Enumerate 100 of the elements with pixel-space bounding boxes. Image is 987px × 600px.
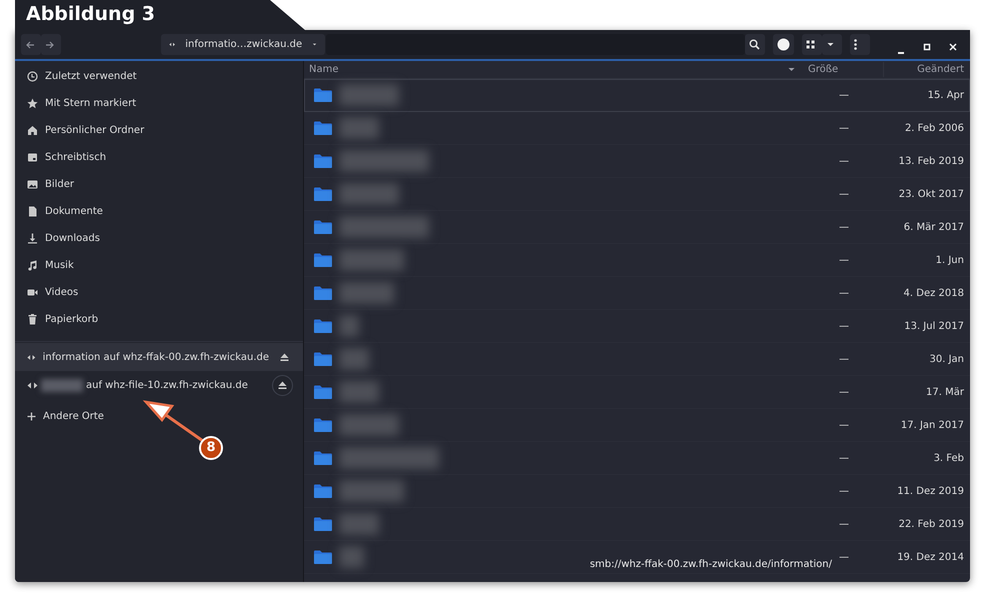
sidebar-item[interactable]: Papierkorb — [15, 306, 303, 333]
date-cell-text: 17. Jan 2017 — [900, 418, 965, 432]
figure-label: Abbildung 3 — [26, 3, 156, 25]
annotation-arrow — [142, 400, 204, 442]
size-cell-text: — — [838, 188, 850, 202]
blurred-name — [339, 315, 359, 337]
file-row[interactable]: — 15. Apr — [304, 79, 970, 112]
date-cell-text: 23. Okt 2017 — [898, 188, 965, 202]
folder-icon — [313, 384, 333, 400]
sidebar-mount-item[interactable]: auf whz-file-10.zw.fh-zwickau.de — [15, 371, 303, 399]
file-row[interactable]: — 13. Feb 2019 — [304, 145, 970, 178]
location-button[interactable]: informatio…zwickau.de — [161, 34, 326, 55]
folder-icon — [313, 120, 333, 136]
blurred-name — [339, 480, 404, 502]
file-row[interactable]: — 30. Jan — [304, 343, 970, 376]
forward-button[interactable] — [41, 34, 61, 55]
date-cell-text: 13. Jul 2017 — [903, 320, 965, 334]
status-button[interactable] — [773, 34, 794, 55]
size-cell-text: — — [838, 484, 850, 498]
file-row[interactable]: — 4. Dez 2018 — [304, 277, 970, 310]
sidebar-item[interactable]: Zuletzt verwendet — [15, 63, 303, 90]
blurred-name — [339, 84, 399, 106]
desktop-icon — [27, 152, 38, 163]
sidebar-item[interactable]: Andere Orte — [15, 403, 303, 430]
column-heading[interactable]: Name — [304, 62, 804, 77]
folder-icon — [313, 417, 333, 433]
eject-button[interactable] — [272, 374, 293, 396]
trash-icon — [27, 314, 38, 325]
folder-icon — [313, 153, 333, 169]
size-cell-text: — — [838, 518, 850, 532]
back-button[interactable] — [21, 34, 41, 55]
date-cell-text: 22. Feb 2019 — [898, 518, 965, 532]
blurred-name — [339, 249, 404, 271]
file-row[interactable]: — 6. Mär 2017 — [304, 211, 970, 244]
size-cell-text: — — [838, 352, 850, 366]
sidebar-item[interactable]: Musik — [15, 252, 303, 279]
eject-icon — [278, 380, 287, 390]
sidebar-item[interactable]: Dokumente — [15, 198, 303, 225]
size-cell-text: — — [838, 452, 850, 466]
folder-icon — [313, 351, 333, 367]
folder-icon — [313, 87, 333, 103]
sidebar-mount-item[interactable]: information auf whz-ffak-00.zw.fh-zwickau.de — [15, 343, 303, 371]
folder-icon — [313, 219, 333, 235]
file-row[interactable]: — 17. Jan 2017 — [304, 409, 970, 442]
sidebar-item[interactable]: Schreibtisch — [15, 144, 303, 171]
blurred-name — [339, 381, 379, 403]
kebab-menu-icon — [854, 39, 857, 50]
circle-icon — [777, 38, 790, 51]
size-cell-text: — — [838, 386, 850, 400]
blurred-name — [339, 282, 394, 304]
file-row[interactable]: — 22. Feb 2019 — [304, 508, 970, 541]
home-icon — [27, 125, 38, 136]
file-row[interactable]: — 2. Feb 2006 — [304, 112, 970, 145]
close-icon — [949, 42, 957, 51]
grid-icon — [806, 40, 815, 49]
file-row[interactable]: — 13. Jul 2017 — [304, 310, 970, 343]
file-row[interactable]: — 1. Jun — [304, 244, 970, 277]
maximize-icon — [923, 42, 931, 51]
size-cell-text: — — [838, 154, 850, 168]
date-cell-text: 11. Dez 2019 — [896, 484, 965, 498]
image-icon — [27, 179, 38, 190]
blurred-name — [339, 414, 399, 436]
date-cell-text: 30. Jan — [928, 352, 965, 366]
caret-icon — [826, 40, 835, 49]
back-arrow-icon — [25, 40, 35, 50]
date-cell-text: 2. Feb 2006 — [904, 122, 965, 136]
folder-icon — [313, 549, 333, 565]
folder-icon — [313, 483, 333, 499]
folder-icon — [313, 516, 333, 532]
forward-arrow-icon — [45, 40, 55, 50]
size-cell-text: — — [838, 88, 850, 102]
size-cell-text: — — [838, 320, 850, 334]
search-icon — [749, 39, 760, 50]
menu-button[interactable] — [850, 34, 870, 55]
music-icon — [27, 260, 38, 271]
clock-icon — [27, 71, 38, 82]
file-row[interactable]: — 11. Dez 2019 — [304, 475, 970, 508]
date-cell-text: 17. Mär — [925, 386, 965, 400]
search-button[interactable] — [745, 34, 765, 55]
column-heading[interactable]: Geändert — [884, 62, 970, 77]
folder-icon — [313, 252, 333, 268]
grid-view-button[interactable] — [802, 34, 822, 55]
blurred-name — [339, 513, 379, 535]
size-cell-text: — — [838, 418, 850, 432]
sidebar-item[interactable]: Videos — [15, 279, 303, 306]
plus-icon — [27, 412, 36, 421]
column-heading[interactable]: Größe — [804, 62, 884, 77]
file-row[interactable]: — 3. Feb — [304, 442, 970, 475]
folder-icon — [313, 285, 333, 301]
file-row[interactable]: — 17. Mär — [304, 376, 970, 409]
view-options-button[interactable] — [822, 34, 842, 55]
blurred-name — [339, 348, 369, 370]
sidebar-item[interactable]: Persönlicher Ordner — [15, 117, 303, 144]
sidebar-item[interactable]: Mit Stern markiert — [15, 90, 303, 117]
sidebar-item[interactable]: Downloads — [15, 225, 303, 252]
sidebar-item[interactable]: Bilder — [15, 171, 303, 198]
file-row[interactable]: — 23. Okt 2017 — [304, 178, 970, 211]
date-cell-text: 6. Mär 2017 — [902, 220, 965, 234]
document-icon — [27, 206, 38, 217]
date-cell-text: 1. Jun — [934, 254, 965, 268]
